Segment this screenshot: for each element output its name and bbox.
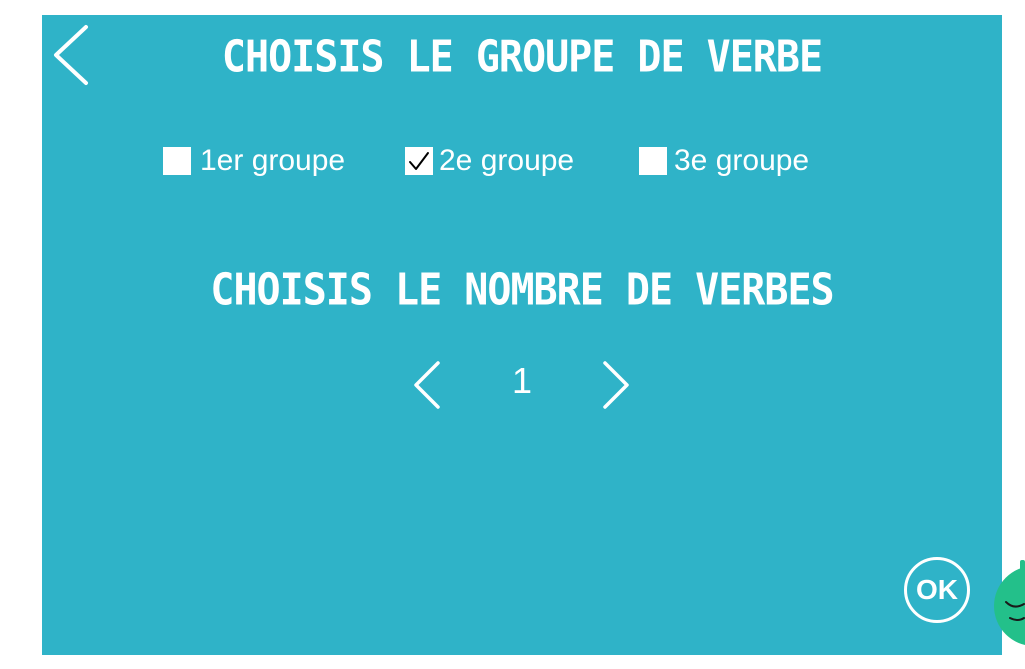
app-window: CHOISIS LE GROUPE DE VERBE 1er groupe 2e… [0,0,1025,669]
ok-button[interactable]: OK [904,557,970,623]
chevron-left-icon [414,361,440,409]
option-label: 3e groupe [674,144,810,177]
checkmark-icon [409,152,429,170]
count-title: CHOISIS LE NOMBRE DE VERBES [210,264,834,316]
option-label: 2e groupe [439,144,575,177]
option-1er-groupe[interactable]: 1er groupe [163,141,345,181]
group-options: 1er groupe 2e groupe 3e groupe [42,141,1002,181]
option-3e-groupe[interactable]: 3e groupe [639,141,809,181]
verb-count-stepper: 1 [42,355,1002,415]
option-label: 1er groupe [200,144,346,177]
chevron-right-icon [603,361,629,409]
decrease-button[interactable] [408,359,448,411]
verb-count-value: 1 [511,360,533,401]
checkbox-3e-groupe[interactable] [639,147,667,175]
checkbox-2e-groupe[interactable] [405,147,433,175]
option-2e-groupe[interactable]: 2e groupe [405,141,574,181]
checkbox-1er-groupe[interactable] [163,147,191,175]
group-title: CHOISIS LE GROUPE DE VERBE [221,31,823,83]
increase-button[interactable] [595,359,635,411]
settings-panel: CHOISIS LE GROUPE DE VERBE 1er groupe 2e… [42,15,1002,655]
